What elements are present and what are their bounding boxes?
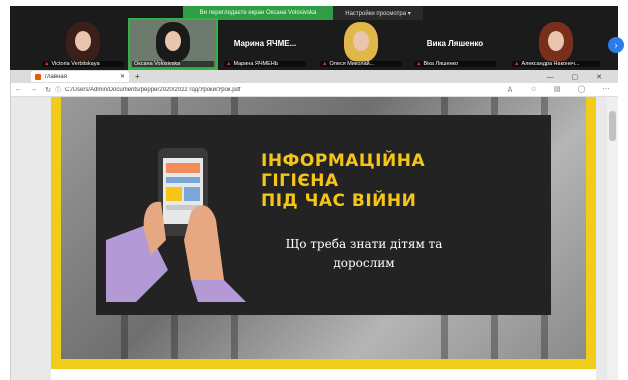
window-controls[interactable]: — ▢ ✕ (547, 73, 610, 81)
forward-icon[interactable]: → (30, 86, 37, 94)
mic-muted-icon: ▲ (226, 61, 232, 67)
participant-video-4 (344, 22, 378, 62)
collections-icon[interactable]: ▤ (554, 85, 561, 95)
participant-video-2 (156, 22, 190, 62)
participant-name-5: ▲ Віка Ляшенко (414, 61, 496, 67)
pdf-file-icon (35, 73, 41, 80)
slide-card: ІНФОРМАЦІЙНА ГІГІЄНА ПІД ЧАС ВІЙНИ Що тр… (96, 115, 551, 315)
chevron-right-icon[interactable]: › (608, 37, 624, 53)
participant-tile-6[interactable]: ▲ Александра Наконеч... (510, 20, 602, 68)
participant-name-2: Оксана Volosivska (132, 61, 214, 67)
address-bar: ← → ↻ ⓘ C:/Users/Admin/Documents/pepper2… (11, 83, 618, 97)
slide-title-line-1: ІНФОРМАЦІЙНА (261, 151, 426, 171)
back-icon[interactable]: ← (15, 86, 22, 94)
url-field[interactable]: C:/Users/Admin/Documents/pepper2020/2022… (65, 87, 498, 93)
share-status-label: Ви переглядаєте екран Оксана Volosivska (183, 6, 333, 20)
scrollbar-thumb[interactable] (609, 111, 616, 141)
mic-muted-icon: ▲ (322, 61, 328, 67)
participant-name-6: ▲ Александра Наконеч... (512, 61, 600, 67)
participant-name-4: ▲ Олеся Миколай... (320, 61, 402, 67)
close-tab-icon[interactable]: ✕ (120, 73, 125, 80)
participant-tile-3[interactable]: Марина ЯЧМЕ... ▲ Марина ЯЧМЕНЬ (222, 20, 308, 68)
participant-tile-2[interactable]: Оксана Volosivska (128, 18, 218, 70)
scrollbar[interactable] (607, 97, 618, 380)
participant-video-1 (66, 22, 100, 62)
reading-mode-icon[interactable]: Ａ (507, 85, 514, 95)
participant-name-3: ▲ Марина ЯЧМЕНЬ (224, 61, 306, 67)
nav-buttons: ← → ↻ (11, 86, 55, 94)
browser-window: главная ✕ + — ▢ ✕ ← → ↻ ⓘ C:/Users/Admin… (10, 70, 618, 380)
favorite-star-icon[interactable]: ☆ (531, 85, 537, 95)
participant-tile-5[interactable]: Вика Ляшенко ▲ Віка Ляшенко (412, 20, 498, 68)
mic-muted-icon: ▲ (416, 61, 422, 67)
participant-tile-1[interactable]: ▲ Victoria Verbitskaya (40, 20, 126, 68)
participant-video-6 (539, 22, 573, 62)
slide-title: ІНФОРМАЦІЙНА ГІГІЄНА ПІД ЧАС ВІЙНИ (261, 151, 425, 211)
browser-tabstrip: главная ✕ + — ▢ ✕ (11, 70, 618, 83)
reload-icon[interactable]: ↻ (45, 86, 51, 94)
slide-title-line-3: ПІД ЧАС ВІЙНИ (261, 191, 417, 212)
participant-name-1: ▲ Victoria Verbitskaya (42, 61, 124, 67)
view-options-button[interactable]: Настройки просмотра ▾ (333, 6, 423, 20)
browser-toolbar: Ａ ☆ ▤ ◯ ⋯ (498, 85, 618, 95)
more-menu-icon[interactable]: ⋯ (602, 85, 609, 95)
mic-muted-icon: ▲ (514, 61, 520, 67)
info-icon[interactable]: ⓘ (55, 85, 61, 94)
participant-tile-4[interactable]: ▲ Олеся Миколай... (318, 20, 404, 68)
mic-muted-icon: ▲ (44, 61, 50, 67)
slide-subtitle: Що треба знати дітям та дорослим (285, 237, 443, 271)
slide-frame: ІНФОРМАЦІЙНА ГІГІЄНА ПІД ЧАС ВІЙНИ Що тр… (51, 97, 596, 367)
participant-big-name-3: Марина ЯЧМЕ... (233, 39, 297, 48)
profile-icon[interactable]: ◯ (578, 85, 586, 95)
new-tab-icon[interactable]: + (135, 72, 140, 81)
slide-title-line-2: ГІГІЄНА (261, 171, 339, 192)
tab-title: главная (45, 73, 67, 80)
hand-holding-phone-illustration (106, 148, 246, 302)
browser-tab[interactable]: главная ✕ (31, 71, 129, 82)
next-page-edge (51, 367, 596, 380)
participant-big-name-5: Вика Ляшенко (426, 39, 484, 48)
screen-share-banner: Ви переглядаєте екран Оксана Volosivska … (183, 6, 423, 20)
pdf-viewer[interactable]: ІНФОРМАЦІЙНА ГІГІЄНА ПІД ЧАС ВІЙНИ Що тр… (11, 97, 608, 380)
